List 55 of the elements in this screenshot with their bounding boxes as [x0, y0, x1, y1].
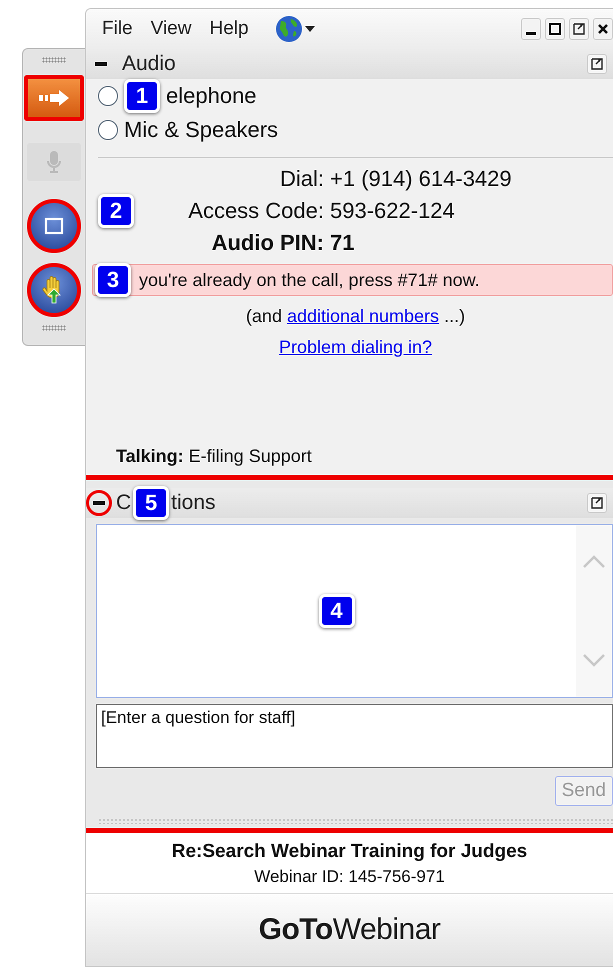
grip-icon [42, 57, 66, 63]
square-icon [44, 216, 64, 236]
minimize-button[interactable] [521, 18, 541, 40]
notice-text: you're already on the call, press #71# now. [139, 270, 480, 290]
detail-value: 593-622-124 [330, 198, 456, 224]
detail-value: +1 (914) 614-3429 [330, 166, 513, 192]
language-menu[interactable] [274, 15, 315, 43]
pop-out-icon [573, 23, 585, 35]
detail-label: Access Code: [187, 198, 325, 224]
panel-title: Audio [122, 52, 176, 76]
detail-label: Audio PIN: [210, 230, 325, 256]
additional-numbers-text: (and additional numbers ...) [246, 306, 466, 326]
callout-badge: 5 [133, 486, 170, 520]
minus-icon [95, 62, 107, 66]
brand-logo: GoToWebinar [258, 913, 440, 947]
maximize-icon [549, 23, 561, 35]
raise-hand-button[interactable] [27, 263, 81, 317]
close-icon [597, 23, 609, 35]
pop-out-icon [591, 58, 603, 70]
minus-icon [93, 501, 105, 505]
minimize-icon [526, 32, 536, 34]
talking-status: Talking: E-filing Support [116, 446, 313, 467]
callout-badge: 1 [124, 79, 160, 113]
webinar-title: Re:Search Webinar Training for Judges [172, 841, 528, 863]
detail-value: 71 [330, 230, 356, 256]
pop-out-button[interactable] [587, 493, 607, 513]
collapse-button[interactable] [86, 490, 112, 516]
menu-item[interactable]: View [150, 18, 192, 40]
pop-out-button[interactable] [569, 18, 589, 40]
option-label[interactable]: Mic & Speakers [124, 117, 278, 143]
panel-title: C [116, 491, 132, 515]
close-button[interactable] [593, 18, 613, 40]
menu-item[interactable]: Help [209, 18, 249, 40]
arrow-button[interactable] [24, 75, 84, 121]
maximize-button[interactable] [545, 18, 565, 40]
caret-icon [304, 26, 315, 32]
pop-out-button[interactable] [587, 54, 607, 74]
callout-badge: 3 [95, 263, 131, 297]
screen-button[interactable] [27, 199, 81, 253]
problem-dialing-link[interactable]: Problem dialing in? [278, 337, 432, 357]
additional-numbers-link[interactable]: additional numbers [286, 306, 440, 326]
option-label[interactable]: elephone [166, 83, 257, 109]
menu-item[interactable]: File [102, 18, 133, 40]
pop-out-icon [591, 497, 603, 509]
question-input[interactable]: [Enter a question for staff] [96, 704, 613, 768]
microphone-icon [46, 150, 62, 174]
radio-button[interactable] [98, 120, 118, 140]
callout-badge: 2 [98, 194, 134, 228]
grip-icon [42, 325, 66, 331]
globe-icon [274, 15, 303, 43]
arrow-icon [37, 89, 71, 107]
radio-button[interactable] [98, 86, 118, 106]
panel-title: tions [171, 491, 216, 515]
detail-label: Dial: [278, 166, 325, 192]
webinar-id: Webinar ID: 145-756-971 [254, 867, 445, 887]
